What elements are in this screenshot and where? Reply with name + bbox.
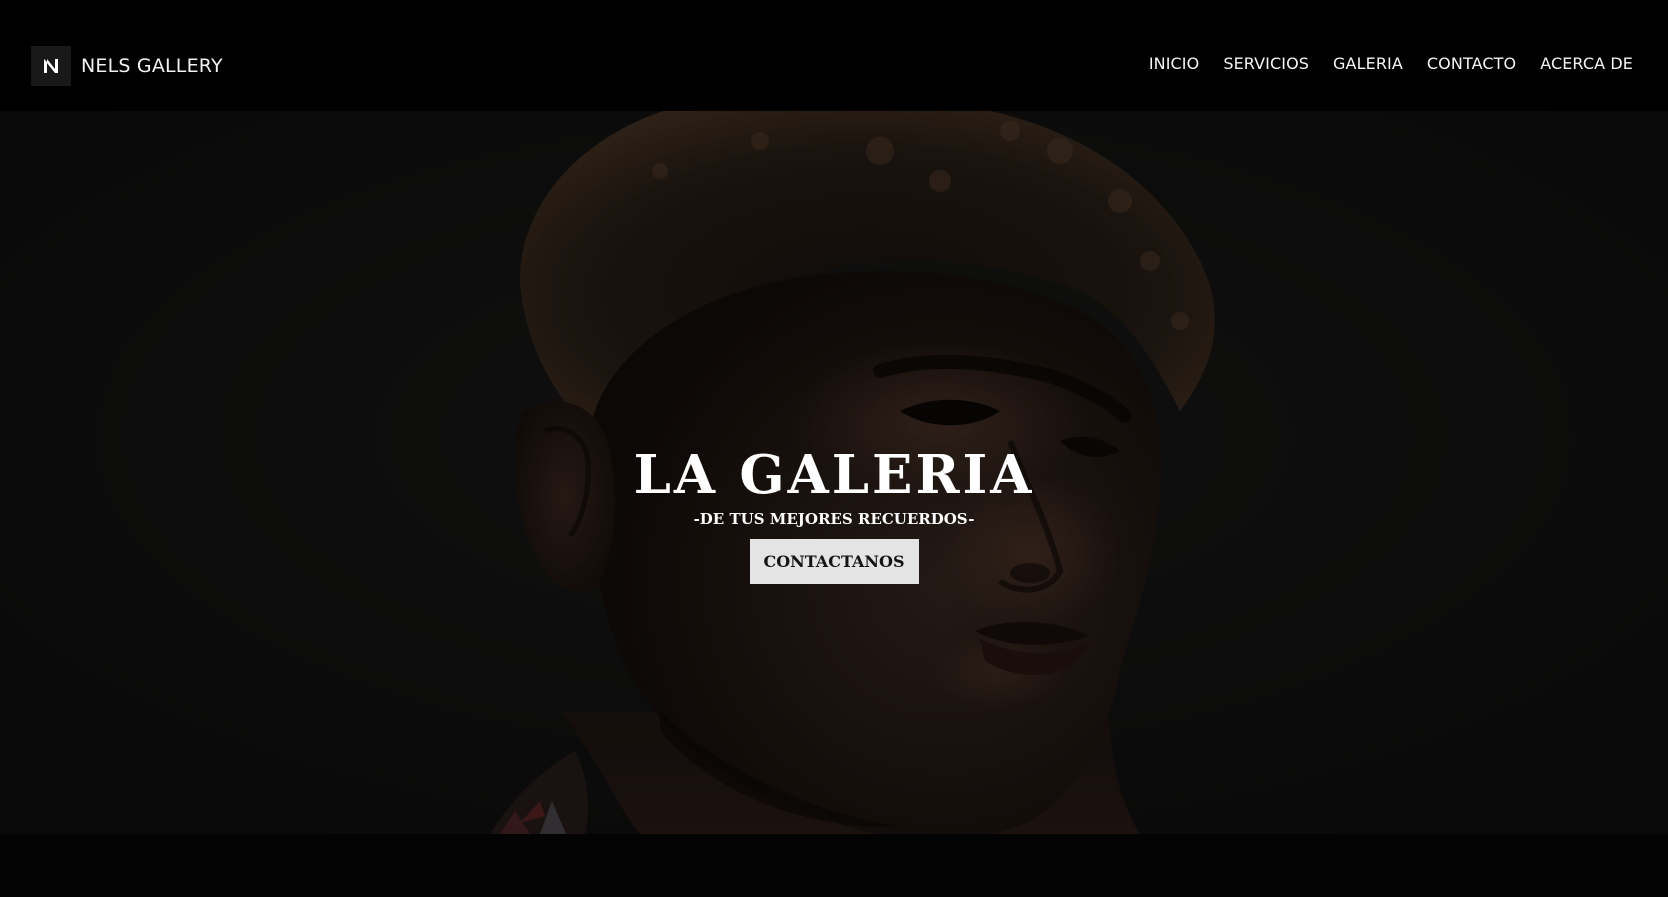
nav-link-servicios[interactable]: SERVICIOS (1223, 54, 1309, 73)
brand-link[interactable]: NELS GALLERY (31, 46, 223, 86)
hero-content: LA GALERIA -DE TUS MEJORES RECUERDOS- CO… (0, 444, 1668, 584)
contact-button[interactable]: CONTACTANOS (749, 539, 919, 584)
nav-link-inicio[interactable]: INICIO (1149, 54, 1200, 73)
hero-section: LA GALERIA -DE TUS MEJORES RECUERDOS- CO… (0, 111, 1668, 834)
nav-link-acerca-de[interactable]: ACERCA DE (1540, 54, 1633, 73)
nav-link-contacto[interactable]: CONTACTO (1427, 54, 1516, 73)
navbar: NELS GALLERY INICIO SERVICIOS GALERIA CO… (0, 0, 1668, 111)
hero-subtitle: -DE TUS MEJORES RECUERDOS- (693, 510, 975, 528)
hero-title: LA GALERIA (633, 444, 1035, 506)
main-nav: INICIO SERVICIOS GALERIA CONTACTO ACERCA… (1149, 54, 1633, 73)
nav-link-galeria[interactable]: GALERIA (1333, 54, 1403, 73)
brand-name: NELS GALLERY (81, 55, 223, 77)
n-monogram-icon (31, 46, 71, 86)
page: NELS GALLERY INICIO SERVICIOS GALERIA CO… (0, 0, 1668, 897)
bottom-strip (0, 834, 1668, 897)
